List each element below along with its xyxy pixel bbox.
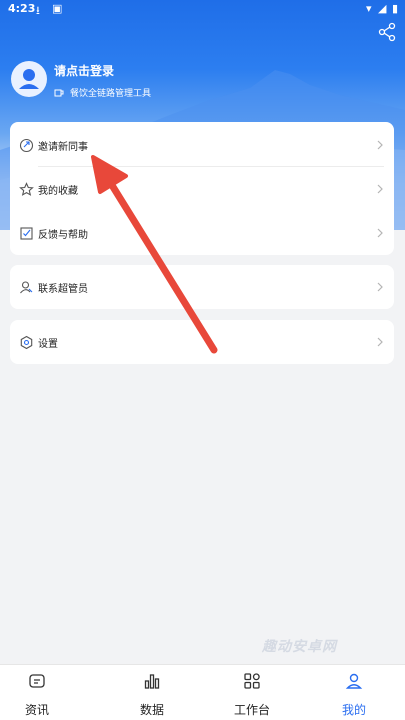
menu-label-invite: 邀请新同事 xyxy=(38,141,88,153)
workbench-icon xyxy=(244,673,260,689)
login-prompt[interactable]: 请点击登录 xyxy=(54,62,114,79)
tab-label-news: 资讯 xyxy=(24,703,49,717)
bottom-tab-bar: 资讯 数据 工作台 我的 xyxy=(0,664,405,720)
profile-icon xyxy=(345,673,363,689)
menu-item-contact-admin[interactable]: 联系超管员 xyxy=(10,265,394,309)
tab-label-workbench: 工作台 xyxy=(233,703,270,717)
watermark: 趣动安卓网 xyxy=(262,639,337,655)
menu-label-contact-admin: 联系超管员 xyxy=(38,283,88,295)
menu-item-invite[interactable]: 邀请新同事 xyxy=(10,123,394,167)
wifi-icon: ▾ xyxy=(366,2,372,15)
menu-item-settings[interactable]: 设置 xyxy=(10,320,394,364)
data-chart-icon xyxy=(144,674,160,689)
profile-subtitle-row: 餐饮全链路管理工具 xyxy=(54,86,151,99)
notification-icon: ▣ xyxy=(52,2,63,15)
chevron-right-icon xyxy=(377,228,383,238)
tab-data[interactable]: 数据 xyxy=(122,665,182,720)
star-icon xyxy=(19,181,34,196)
tab-label-data: 数据 xyxy=(139,703,164,717)
tab-label-mine: 我的 xyxy=(341,703,366,717)
avatar[interactable] xyxy=(11,61,47,97)
contact-admin-icon xyxy=(20,280,33,293)
user-avatar-icon xyxy=(19,69,39,89)
profile-subtitle: 餐饮全链路管理工具 xyxy=(70,89,152,99)
settings-icon xyxy=(20,335,33,349)
tab-news[interactable]: 资讯 xyxy=(7,665,67,720)
tab-mine[interactable]: 我的 xyxy=(324,665,384,720)
menu-card-contact: 联系超管员 xyxy=(10,265,394,309)
menu-card-primary: 邀请新同事 我的收藏 反馈与帮助 xyxy=(10,122,394,255)
chevron-right-icon xyxy=(377,282,383,292)
menu-label-favorites: 我的收藏 xyxy=(38,185,78,197)
chevron-right-icon xyxy=(377,337,383,347)
cup-icon xyxy=(54,89,64,96)
download-icon: ⭳ xyxy=(36,4,40,17)
menu-item-favorites[interactable]: 我的收藏 xyxy=(10,167,394,211)
menu-label-settings: 设置 xyxy=(38,338,58,350)
signal-icon: ◢ xyxy=(378,2,387,15)
menu-card-settings: 设置 xyxy=(10,320,394,364)
chevron-right-icon xyxy=(377,140,383,150)
battery-icon: ▮ xyxy=(392,2,399,15)
invite-icon xyxy=(19,138,34,152)
share-icon[interactable] xyxy=(377,22,397,42)
status-bar: 4:23 ⭳ ▣ ▾ ◢ ▮ xyxy=(0,0,405,18)
status-time: 4:23 xyxy=(8,2,36,15)
feedback-icon xyxy=(20,226,33,240)
news-icon xyxy=(29,674,45,688)
menu-item-feedback[interactable]: 反馈与帮助 xyxy=(10,211,394,255)
chevron-right-icon xyxy=(377,184,383,194)
menu-label-feedback: 反馈与帮助 xyxy=(38,229,88,241)
tab-workbench[interactable]: 工作台 xyxy=(222,665,282,720)
